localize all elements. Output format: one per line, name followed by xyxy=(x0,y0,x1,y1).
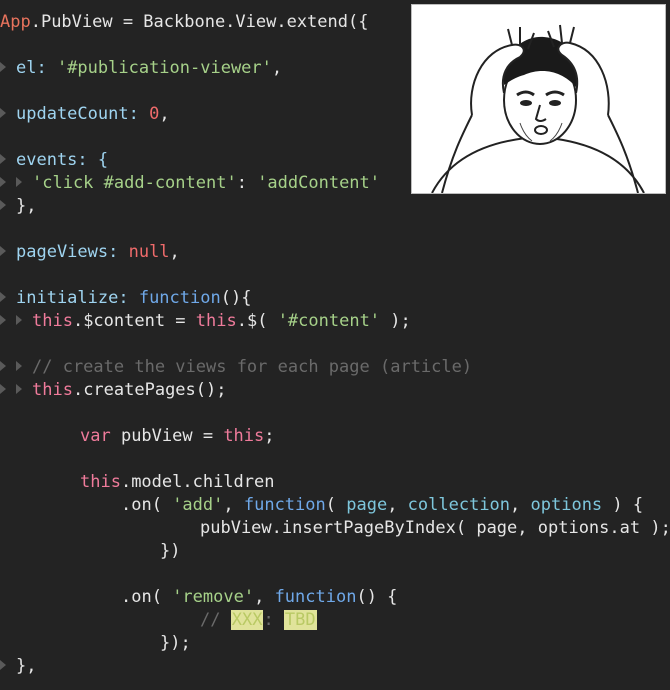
code-token: .on( xyxy=(121,587,173,607)
code-token: , xyxy=(223,495,244,515)
code-token: var xyxy=(80,426,111,446)
fold-arrow-icon[interactable] xyxy=(0,108,6,118)
code-line: // create the views for each page (artic… xyxy=(0,356,472,379)
code-token: }, xyxy=(16,656,37,676)
code-line: App.PubView = Backbone.View.extend({ xyxy=(0,11,368,34)
code-line: }, xyxy=(0,655,36,678)
code-token: function xyxy=(243,495,326,515)
code-token: 'remove' xyxy=(172,587,255,607)
code-token: pubView.insertPageByIndex( page, options… xyxy=(200,518,670,538)
fold-arrow-icon[interactable] xyxy=(0,660,6,670)
fold-arrow-icon[interactable] xyxy=(0,361,6,371)
code-token: '#publication-viewer' xyxy=(56,58,272,78)
code-token: initialize: xyxy=(16,288,139,308)
code-token: this xyxy=(223,426,265,446)
code-token: , xyxy=(169,242,180,262)
code-token: page xyxy=(346,495,388,515)
code-token: .$content = xyxy=(72,311,196,331)
code-line: this.createPages(); xyxy=(0,379,226,402)
code-token: (){ xyxy=(220,288,252,308)
code-token: }) xyxy=(160,541,181,561)
code-token: }, xyxy=(16,196,37,216)
code-token: , xyxy=(510,495,531,515)
code-line: .on( 'add', function( page, collection, … xyxy=(121,494,643,517)
code-token: null xyxy=(128,242,170,262)
code-token: : xyxy=(236,173,258,193)
code-line: var pubView = this; xyxy=(80,425,275,448)
fold-arrow-icon[interactable] xyxy=(0,177,6,187)
code-token: this xyxy=(32,380,73,400)
code-token: function xyxy=(274,587,357,607)
code-comment: : xyxy=(263,610,284,630)
fold-arrow-icon[interactable] xyxy=(0,246,6,256)
code-line: }); xyxy=(160,632,191,655)
code-token: App xyxy=(0,12,31,32)
code-token: , xyxy=(254,587,275,607)
code-token: this xyxy=(195,311,237,331)
code-token: 0 xyxy=(149,104,160,124)
confused-face-icon xyxy=(412,5,665,194)
code-line: // XXX: TBD xyxy=(200,609,317,632)
code-line: }, xyxy=(0,195,36,218)
code-token: ); xyxy=(380,311,411,331)
code-token: .PubView = Backbone.View.extend({ xyxy=(30,12,369,32)
code-token: updateCount: xyxy=(16,104,150,124)
code-token: pubView = xyxy=(110,426,224,446)
fold-arrow-icon[interactable] xyxy=(0,292,6,302)
code-token: () { xyxy=(356,587,398,607)
code-token: .model.children xyxy=(120,472,275,492)
fold-arrow-icon[interactable] xyxy=(0,62,6,72)
code-token: ( xyxy=(325,495,347,515)
code-token: this xyxy=(32,311,73,331)
code-line: 'click #add-content': 'addContent' xyxy=(0,172,380,195)
code-token: , xyxy=(271,58,283,78)
code-token: .on( xyxy=(121,495,173,515)
code-token: ; xyxy=(264,426,275,446)
code-token: ) { xyxy=(602,495,644,515)
code-token: .$( xyxy=(236,311,278,331)
fold-arrow-icon[interactable] xyxy=(16,361,22,371)
fold-arrow-icon[interactable] xyxy=(0,384,6,394)
code-line: pageViews: null, xyxy=(0,241,180,264)
code-token: , xyxy=(387,495,408,515)
code-token: this xyxy=(80,472,121,492)
code-line: }) xyxy=(160,540,180,563)
code-line: events: { xyxy=(0,149,108,172)
code-comment: // xyxy=(200,610,231,630)
todo-highlight: TBD xyxy=(283,610,317,630)
code-token: }); xyxy=(160,633,191,653)
fold-arrow-icon[interactable] xyxy=(0,200,6,210)
code-token: 'add' xyxy=(172,495,224,515)
fold-arrow-icon[interactable] xyxy=(0,154,6,164)
code-line: updateCount: 0, xyxy=(0,103,170,126)
code-token: collection xyxy=(407,495,511,515)
confused-man-meme-image xyxy=(411,4,666,194)
fold-arrow-icon[interactable] xyxy=(16,315,22,325)
code-line: this.$content = this.$( '#content' ); xyxy=(0,310,411,333)
fold-arrow-icon[interactable] xyxy=(16,384,22,394)
code-token: .createPages(); xyxy=(72,380,227,400)
code-token: , xyxy=(159,104,170,124)
code-token: function xyxy=(138,288,221,308)
code-token: 'addContent' xyxy=(257,173,381,193)
code-token: el: xyxy=(16,58,57,78)
fold-arrow-icon[interactable] xyxy=(16,177,22,187)
code-token: pageViews: xyxy=(16,242,129,262)
code-token: options xyxy=(530,495,603,515)
fold-arrow-icon[interactable] xyxy=(0,315,6,325)
code-line: .on( 'remove', function() { xyxy=(121,586,397,609)
code-comment: // create the views for each page (artic… xyxy=(32,357,473,377)
todo-highlight: XXX xyxy=(230,610,264,630)
code-token: 'click #add-content' xyxy=(32,173,237,193)
code-token: events: { xyxy=(16,150,109,170)
code-line: pubView.insertPageByIndex( page, options… xyxy=(200,517,670,540)
code-line: el: '#publication-viewer', xyxy=(0,57,282,80)
code-token: '#content' xyxy=(277,311,381,331)
code-line: initialize: function(){ xyxy=(0,287,251,310)
code-line: this.model.children xyxy=(80,471,274,494)
